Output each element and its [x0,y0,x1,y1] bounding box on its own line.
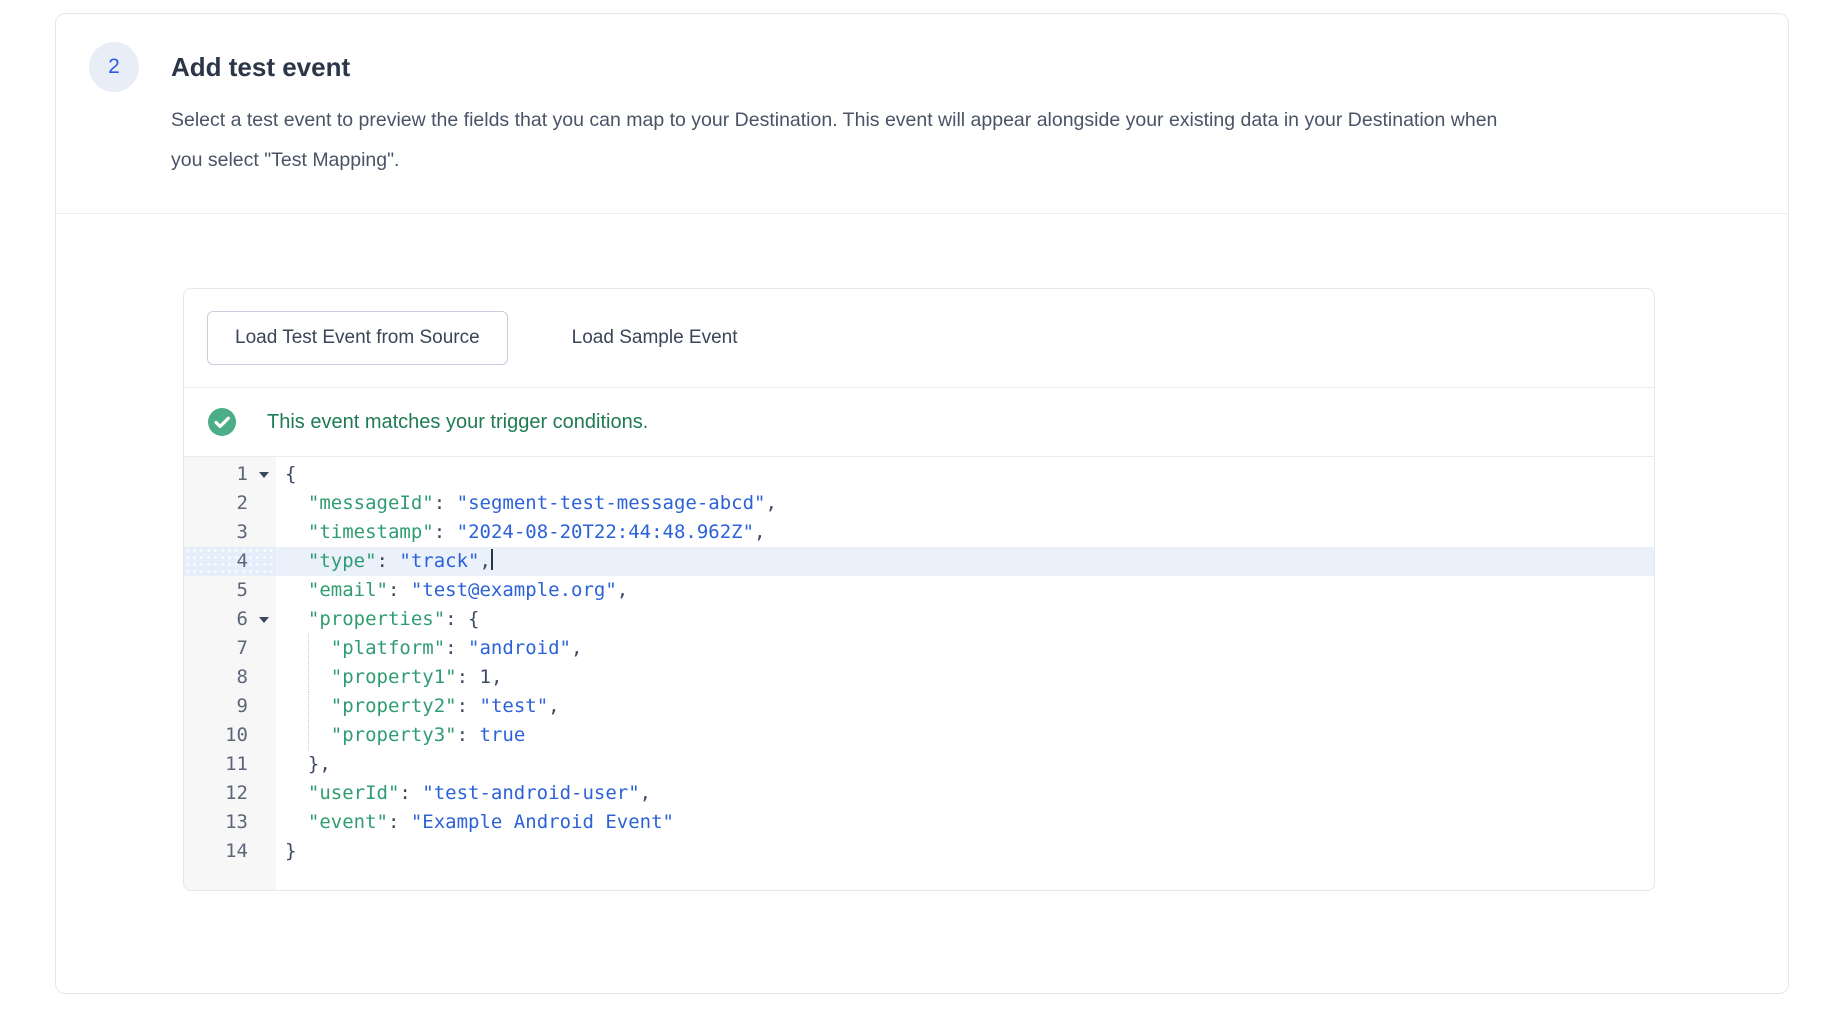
fold-arrow-icon[interactable] [259,472,269,478]
line-number: 3 [184,518,276,547]
line-number: 4 [184,547,276,576]
trigger-match-status: This event matches your trigger conditio… [184,388,1654,456]
event-source-toolbar: Load Test Event from Source Load Sample … [184,289,1654,388]
code-line[interactable]: 7 "platform": "android", [184,634,1654,663]
test-event-card: Load Test Event from Source Load Sample … [183,288,1655,891]
code-line[interactable]: 2 "messageId": "segment-test-message-abc… [184,489,1654,518]
section-description: Select a test event to preview the field… [171,100,1521,180]
code-line[interactable]: 10 "property3": true [184,721,1654,750]
step-number-badge: 2 [89,42,139,92]
indent-guide [308,663,309,692]
line-number: 11 [184,750,276,779]
code-line[interactable]: 6 "properties": { [184,605,1654,634]
line-number: 1 [184,460,276,489]
load-test-event-button[interactable]: Load Test Event from Source [207,311,508,365]
code-line[interactable]: 3 "timestamp": "2024-08-20T22:44:48.962Z… [184,518,1654,547]
indent-guide [308,692,309,721]
load-sample-event-button[interactable]: Load Sample Event [572,327,738,349]
json-editor[interactable]: 1{2 "messageId": "segment-test-message-a… [184,456,1654,890]
code-line[interactable]: 12 "userId": "test-android-user", [184,779,1654,808]
code-line[interactable]: 13 "event": "Example Android Event" [184,808,1654,837]
line-number: 10 [184,721,276,750]
code-line[interactable]: 4 "type": "track", [184,547,1654,576]
line-number: 8 [184,663,276,692]
line-number: 9 [184,692,276,721]
code-line[interactable]: 14} [184,837,1654,866]
code-line[interactable]: 9 "property2": "test", [184,692,1654,721]
status-message: This event matches your trigger conditio… [267,411,648,434]
code-line[interactable]: 5 "email": "test@example.org", [184,576,1654,605]
check-circle-icon [208,408,236,436]
code-line[interactable]: 8 "property1": 1, [184,663,1654,692]
panel-header: 2 Add test event Select a test event to … [56,14,1788,214]
line-number: 12 [184,779,276,808]
add-test-event-panel: 2 Add test event Select a test event to … [55,13,1789,994]
line-number: 14 [184,837,276,866]
code-line[interactable]: 11 }, [184,750,1654,779]
fold-arrow-icon[interactable] [259,617,269,623]
line-number: 2 [184,489,276,518]
line-number: 13 [184,808,276,837]
line-number: 7 [184,634,276,663]
line-number: 5 [184,576,276,605]
code-line[interactable]: 1{ [184,460,1654,489]
indent-guide [308,634,309,663]
section-title: Add test event [171,52,350,83]
indent-guide [308,721,309,750]
line-number: 6 [184,605,276,634]
text-cursor [491,549,493,570]
